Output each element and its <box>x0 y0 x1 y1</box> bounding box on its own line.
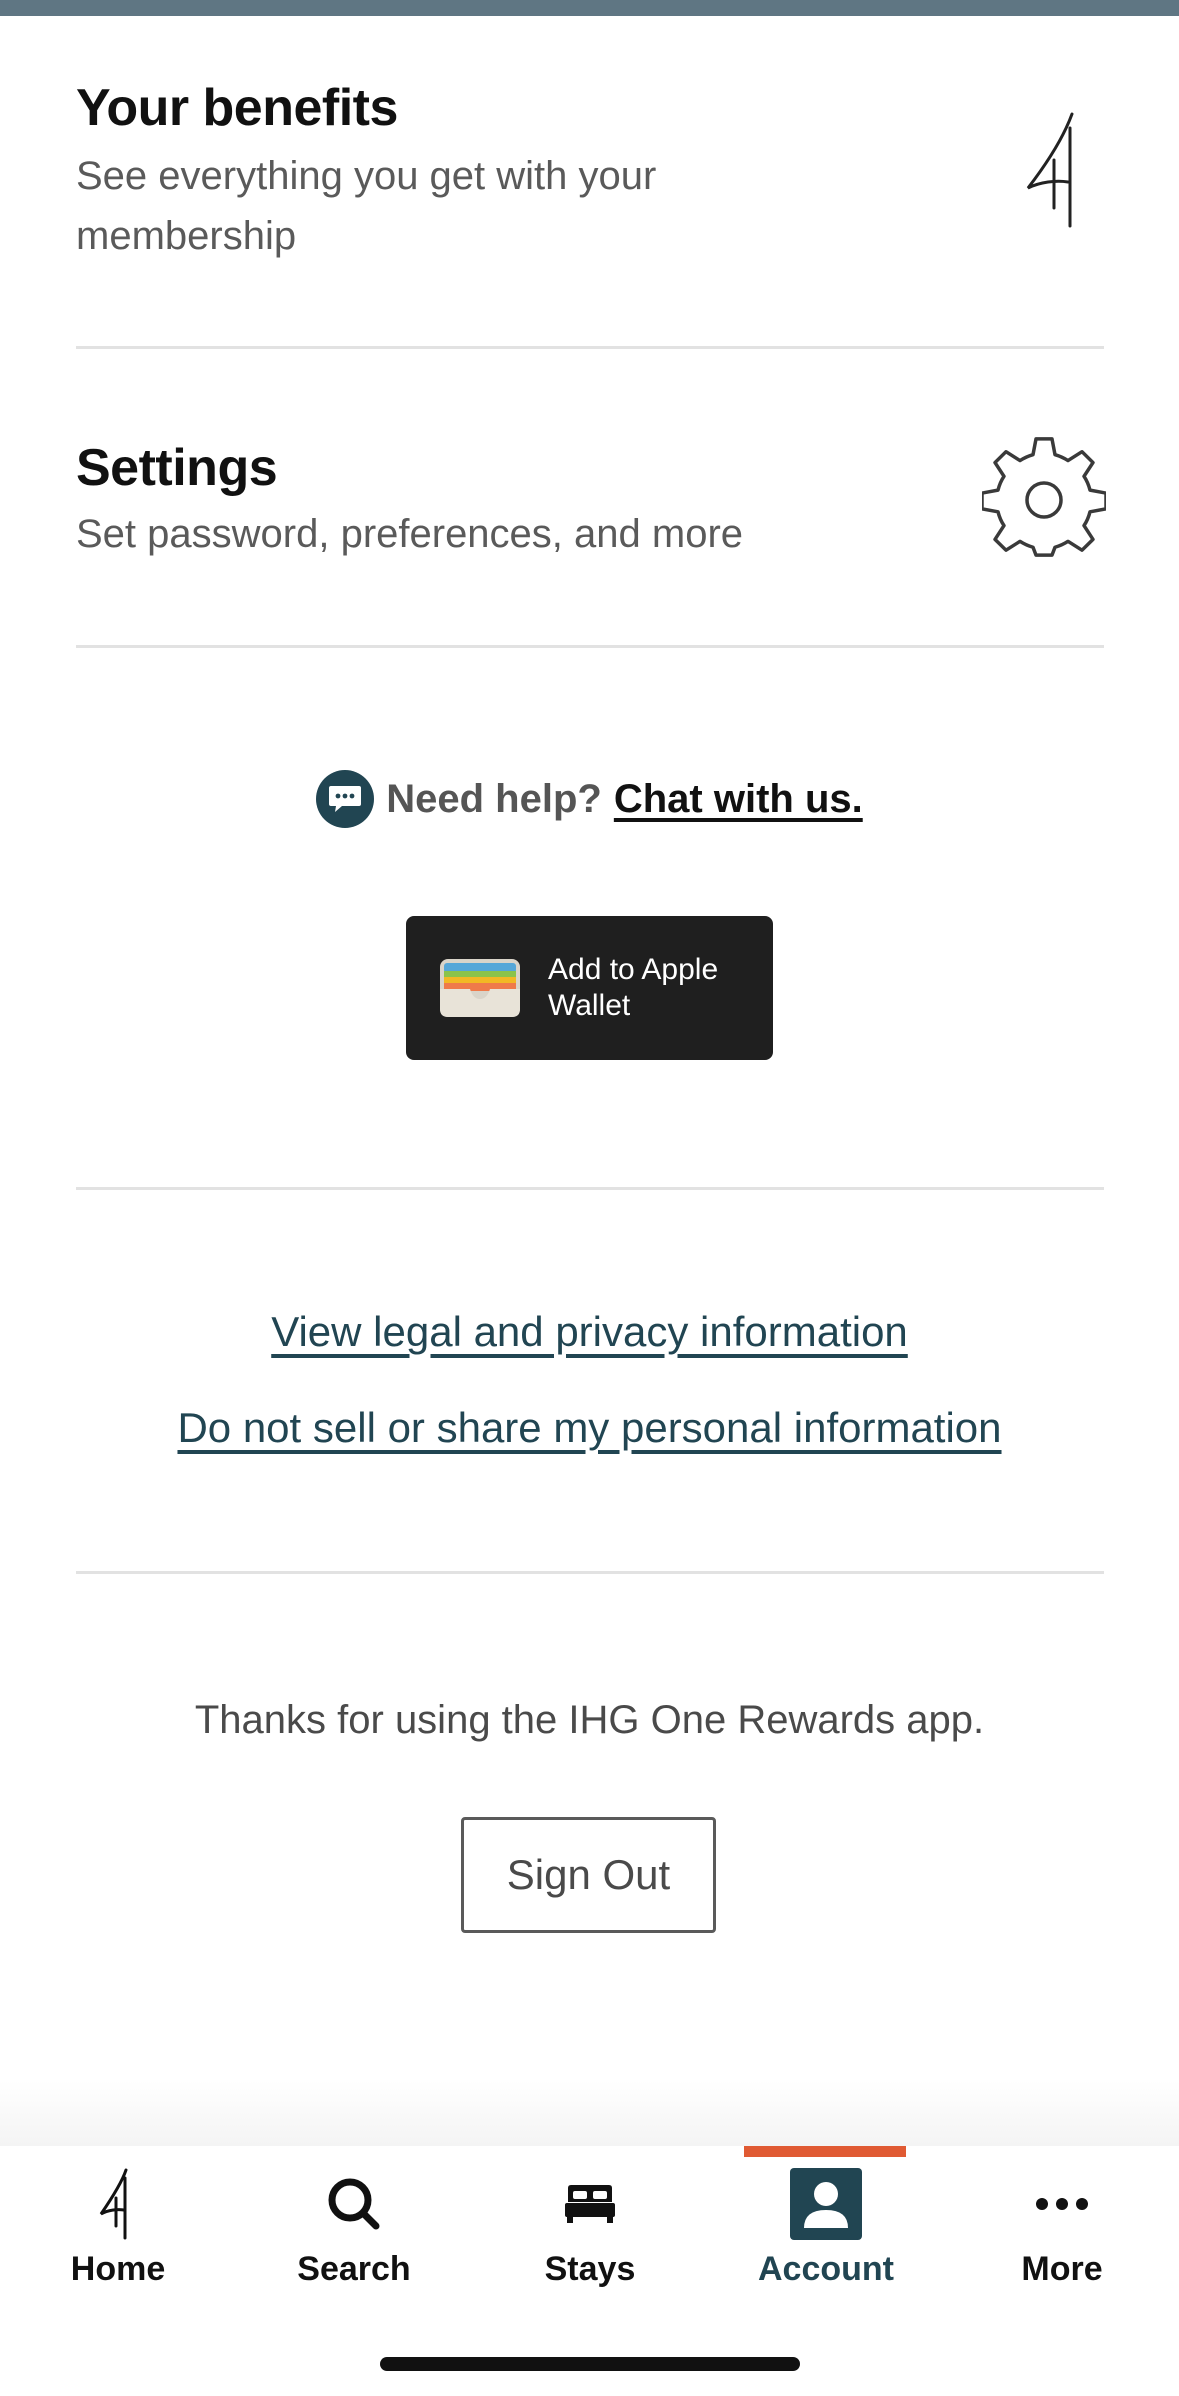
tab-home[interactable]: Home <box>0 2146 236 2306</box>
chat-link[interactable]: Chat with us. <box>614 777 863 822</box>
benefits-title: Your benefits <box>76 79 398 137</box>
help-prefix: Need help? <box>386 776 602 821</box>
benefits-row[interactable]: Your benefits See everything you get wit… <box>76 70 1104 270</box>
do-not-sell-link[interactable]: Do not sell or share my personal informa… <box>0 1404 1179 1452</box>
wallet-label: Add to Apple Wallet <box>548 952 748 1024</box>
settings-title: Settings <box>76 439 278 497</box>
legal-privacy-link[interactable]: View legal and privacy information <box>0 1308 1179 1356</box>
search-icon <box>318 2168 390 2240</box>
wallet-label-line1: Add to Apple <box>548 953 719 986</box>
wallet-icon <box>440 959 520 1017</box>
tab-account[interactable]: Account <box>708 2146 944 2306</box>
tab-stays[interactable]: Stays <box>472 2146 708 2306</box>
wallet-label-line2: Wallet <box>548 989 631 1022</box>
benefits-subtitle-line1: See everything you get with your <box>76 154 657 198</box>
tab-more[interactable]: More <box>944 2146 1179 2306</box>
tab-account-label: Account <box>758 2250 894 2288</box>
tabbar-shadow <box>0 2080 1179 2146</box>
ihg-logo-icon <box>1026 112 1074 228</box>
divider <box>76 1187 1104 1190</box>
tab-search-label: Search <box>297 2250 411 2288</box>
tab-search[interactable]: Search <box>236 2146 472 2306</box>
divider <box>76 346 1104 349</box>
settings-subtitle: Set password, preferences, and more <box>76 512 744 556</box>
tab-home-label: Home <box>70 2250 166 2288</box>
tab-stays-label: Stays <box>544 2250 636 2288</box>
help-line: Need help? Chat with us. <box>0 768 1179 830</box>
sign-out-button[interactable]: Sign Out <box>461 1817 716 1933</box>
bed-icon <box>554 2168 626 2240</box>
divider <box>76 1571 1104 1574</box>
header-strip <box>0 0 1179 16</box>
settings-row[interactable]: Settings Set password, preferences, and … <box>76 428 1106 568</box>
home-indicator <box>380 2357 800 2371</box>
account-screen: Your benefits See everything you get wit… <box>0 0 1179 2396</box>
add-to-apple-wallet-button[interactable]: Add to Apple Wallet <box>406 916 773 1060</box>
bottom-tab-bar: Home Search Stays Account More <box>0 2146 1179 2396</box>
benefits-subtitle: See everything you get with your members… <box>76 146 656 266</box>
ellipsis-icon <box>1026 2168 1098 2240</box>
thanks-text: Thanks for using the IHG One Rewards app… <box>194 1698 985 1742</box>
gear-icon <box>982 437 1106 557</box>
chat-bubble-icon <box>316 770 375 828</box>
tab-more-label: More <box>1021 2250 1103 2288</box>
ihg-logo-icon <box>82 2168 154 2240</box>
divider <box>76 645 1104 648</box>
person-icon <box>790 2168 862 2240</box>
benefits-subtitle-line2: membership <box>76 214 297 258</box>
